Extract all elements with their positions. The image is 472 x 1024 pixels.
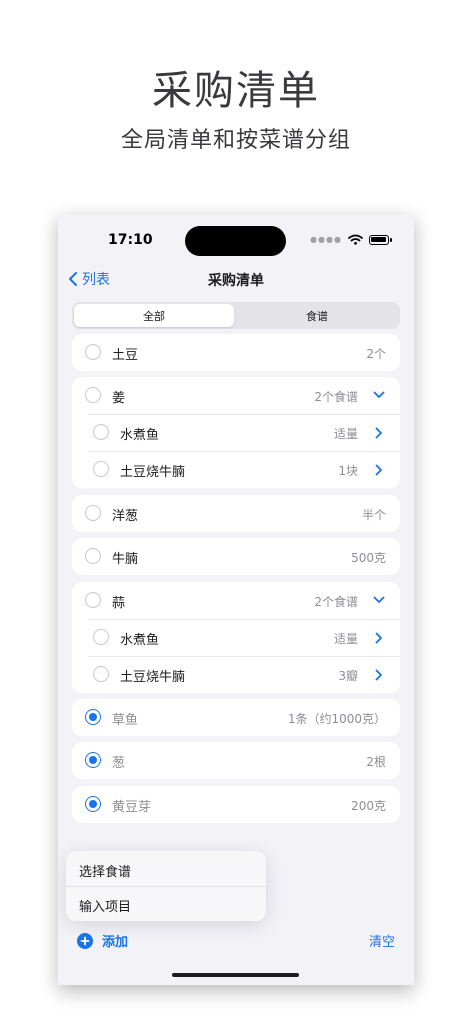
- item-name: 洋葱: [112, 509, 139, 524]
- status-time: 17:10: [108, 232, 153, 248]
- list-item[interactable]: 葱 2根: [72, 742, 400, 779]
- list-item[interactable]: 黄豆芽 200克: [72, 786, 400, 823]
- segmented-control: 全部 食谱: [72, 302, 400, 329]
- clear-button[interactable]: 清空: [369, 931, 395, 950]
- checkbox-circle[interactable]: [93, 629, 109, 645]
- divider: [66, 886, 266, 887]
- item-card: 洋葱 半个: [72, 495, 400, 532]
- segment-recipes[interactable]: 食谱: [236, 304, 398, 327]
- chevron-down-icon[interactable]: [373, 596, 385, 604]
- list-item[interactable]: 土豆 2个: [72, 334, 400, 371]
- item-card: 牛腩 500克: [72, 538, 400, 575]
- item-group-card: 蒜 2个食谱 水煮鱼 适量 土豆烧牛腩 3瓣: [72, 582, 400, 693]
- item-name: 黄豆芽: [112, 800, 152, 815]
- item-card: 土豆 2个: [72, 334, 400, 371]
- checkbox-checked[interactable]: [85, 752, 101, 768]
- checkbox-circle[interactable]: [93, 666, 109, 682]
- checkbox-circle[interactable]: [85, 387, 101, 403]
- item-quantity: 1条（约1000克）: [287, 712, 386, 726]
- list-item[interactable]: 姜 2个食谱: [72, 377, 400, 414]
- sub-item-quantity: 适量: [333, 427, 358, 441]
- item-quantity: 2个食谱: [314, 595, 358, 609]
- nav-title: 采购清单: [208, 273, 264, 289]
- sub-item-quantity: 3瓣: [338, 669, 358, 683]
- item-quantity: 200克: [351, 799, 386, 813]
- sub-item-quantity: 1块: [338, 464, 358, 478]
- segment-all[interactable]: 全部: [74, 304, 234, 327]
- item-name: 葱: [112, 756, 126, 771]
- segment-recipes-label: 食谱: [306, 309, 328, 323]
- status-icons: ●●●●: [310, 234, 392, 245]
- item-name: 草鱼: [112, 713, 139, 728]
- divider: [88, 414, 400, 415]
- item-name: 蒜: [112, 596, 126, 611]
- checkbox-circle[interactable]: [85, 344, 101, 360]
- menu-item-select-recipe[interactable]: 选择食谱: [79, 861, 131, 880]
- item-card: 黄豆芽 200克: [72, 786, 400, 823]
- item-quantity: 半个: [361, 508, 386, 522]
- divider: [88, 451, 400, 452]
- checkbox-checked[interactable]: [85, 709, 101, 725]
- item-quantity: 2个: [366, 347, 386, 361]
- item-name: 姜: [112, 391, 126, 406]
- list-item[interactable]: 草鱼 1条（约1000克）: [72, 699, 400, 736]
- list-item[interactable]: 洋葱 半个: [72, 495, 400, 532]
- item-group-card: 姜 2个食谱 水煮鱼 适量 土豆烧牛腩 1块: [72, 377, 400, 488]
- checkbox-circle[interactable]: [85, 505, 101, 521]
- checkbox-circle[interactable]: [85, 548, 101, 564]
- sub-item-name: 土豆烧牛腩: [120, 465, 186, 480]
- battery-icon: [368, 234, 392, 245]
- divider: [88, 656, 400, 657]
- add-button[interactable]: 添加: [77, 931, 128, 950]
- sub-item[interactable]: 土豆烧牛腩 1块: [72, 451, 400, 488]
- chevron-right-icon[interactable]: [375, 632, 383, 644]
- sub-item[interactable]: 水煮鱼 适量: [72, 619, 400, 656]
- sub-item[interactable]: 水煮鱼 适量: [72, 414, 400, 451]
- sub-item-quantity: 适量: [333, 632, 358, 646]
- checkbox-circle[interactable]: [85, 592, 101, 608]
- wifi-icon: [348, 234, 363, 245]
- checkbox-circle[interactable]: [93, 424, 109, 440]
- hero-subtitle: 全局清单和按菜谱分组: [120, 128, 351, 153]
- sub-item-name: 水煮鱼: [120, 633, 160, 648]
- dynamic-island: [185, 226, 286, 256]
- sub-item[interactable]: 土豆烧牛腩 3瓣: [72, 656, 400, 693]
- chevron-right-icon[interactable]: [375, 464, 383, 476]
- divider: [88, 619, 400, 620]
- chevron-down-icon[interactable]: [373, 391, 385, 399]
- item-name: 牛腩: [112, 552, 139, 567]
- chevron-right-icon[interactable]: [375, 669, 383, 681]
- menu-item-enter-item[interactable]: 输入项目: [79, 896, 131, 915]
- signal-icon: ●●●●: [310, 235, 342, 244]
- sub-item-name: 水煮鱼: [120, 428, 160, 443]
- chevron-right-icon[interactable]: [375, 427, 383, 439]
- list-item[interactable]: 牛腩 500克: [72, 538, 400, 575]
- list-item[interactable]: 蒜 2个食谱: [72, 582, 400, 619]
- phone-screen: 17:10 ●●●● 列表 采购清单 全部 食谱 土豆 2个 姜 2个食谱 水煮…: [58, 214, 414, 985]
- hero-title: 采购清单: [152, 68, 320, 114]
- sub-item-name: 土豆烧牛腩: [120, 670, 186, 685]
- item-card: 葱 2根: [72, 742, 400, 779]
- item-quantity: 500克: [351, 551, 386, 565]
- item-quantity: 2根: [366, 755, 386, 769]
- segment-all-label: 全部: [143, 309, 165, 323]
- checkbox-circle[interactable]: [93, 461, 109, 477]
- add-menu-popup: 选择食谱 输入项目: [66, 851, 266, 921]
- item-card: 草鱼 1条（约1000克）: [72, 699, 400, 736]
- item-name: 土豆: [112, 348, 139, 363]
- plus-circle-icon: [77, 932, 93, 949]
- add-label: 添加: [102, 935, 129, 950]
- item-quantity: 2个食谱: [314, 390, 358, 404]
- home-indicator: [172, 973, 299, 977]
- checkbox-checked[interactable]: [85, 796, 101, 812]
